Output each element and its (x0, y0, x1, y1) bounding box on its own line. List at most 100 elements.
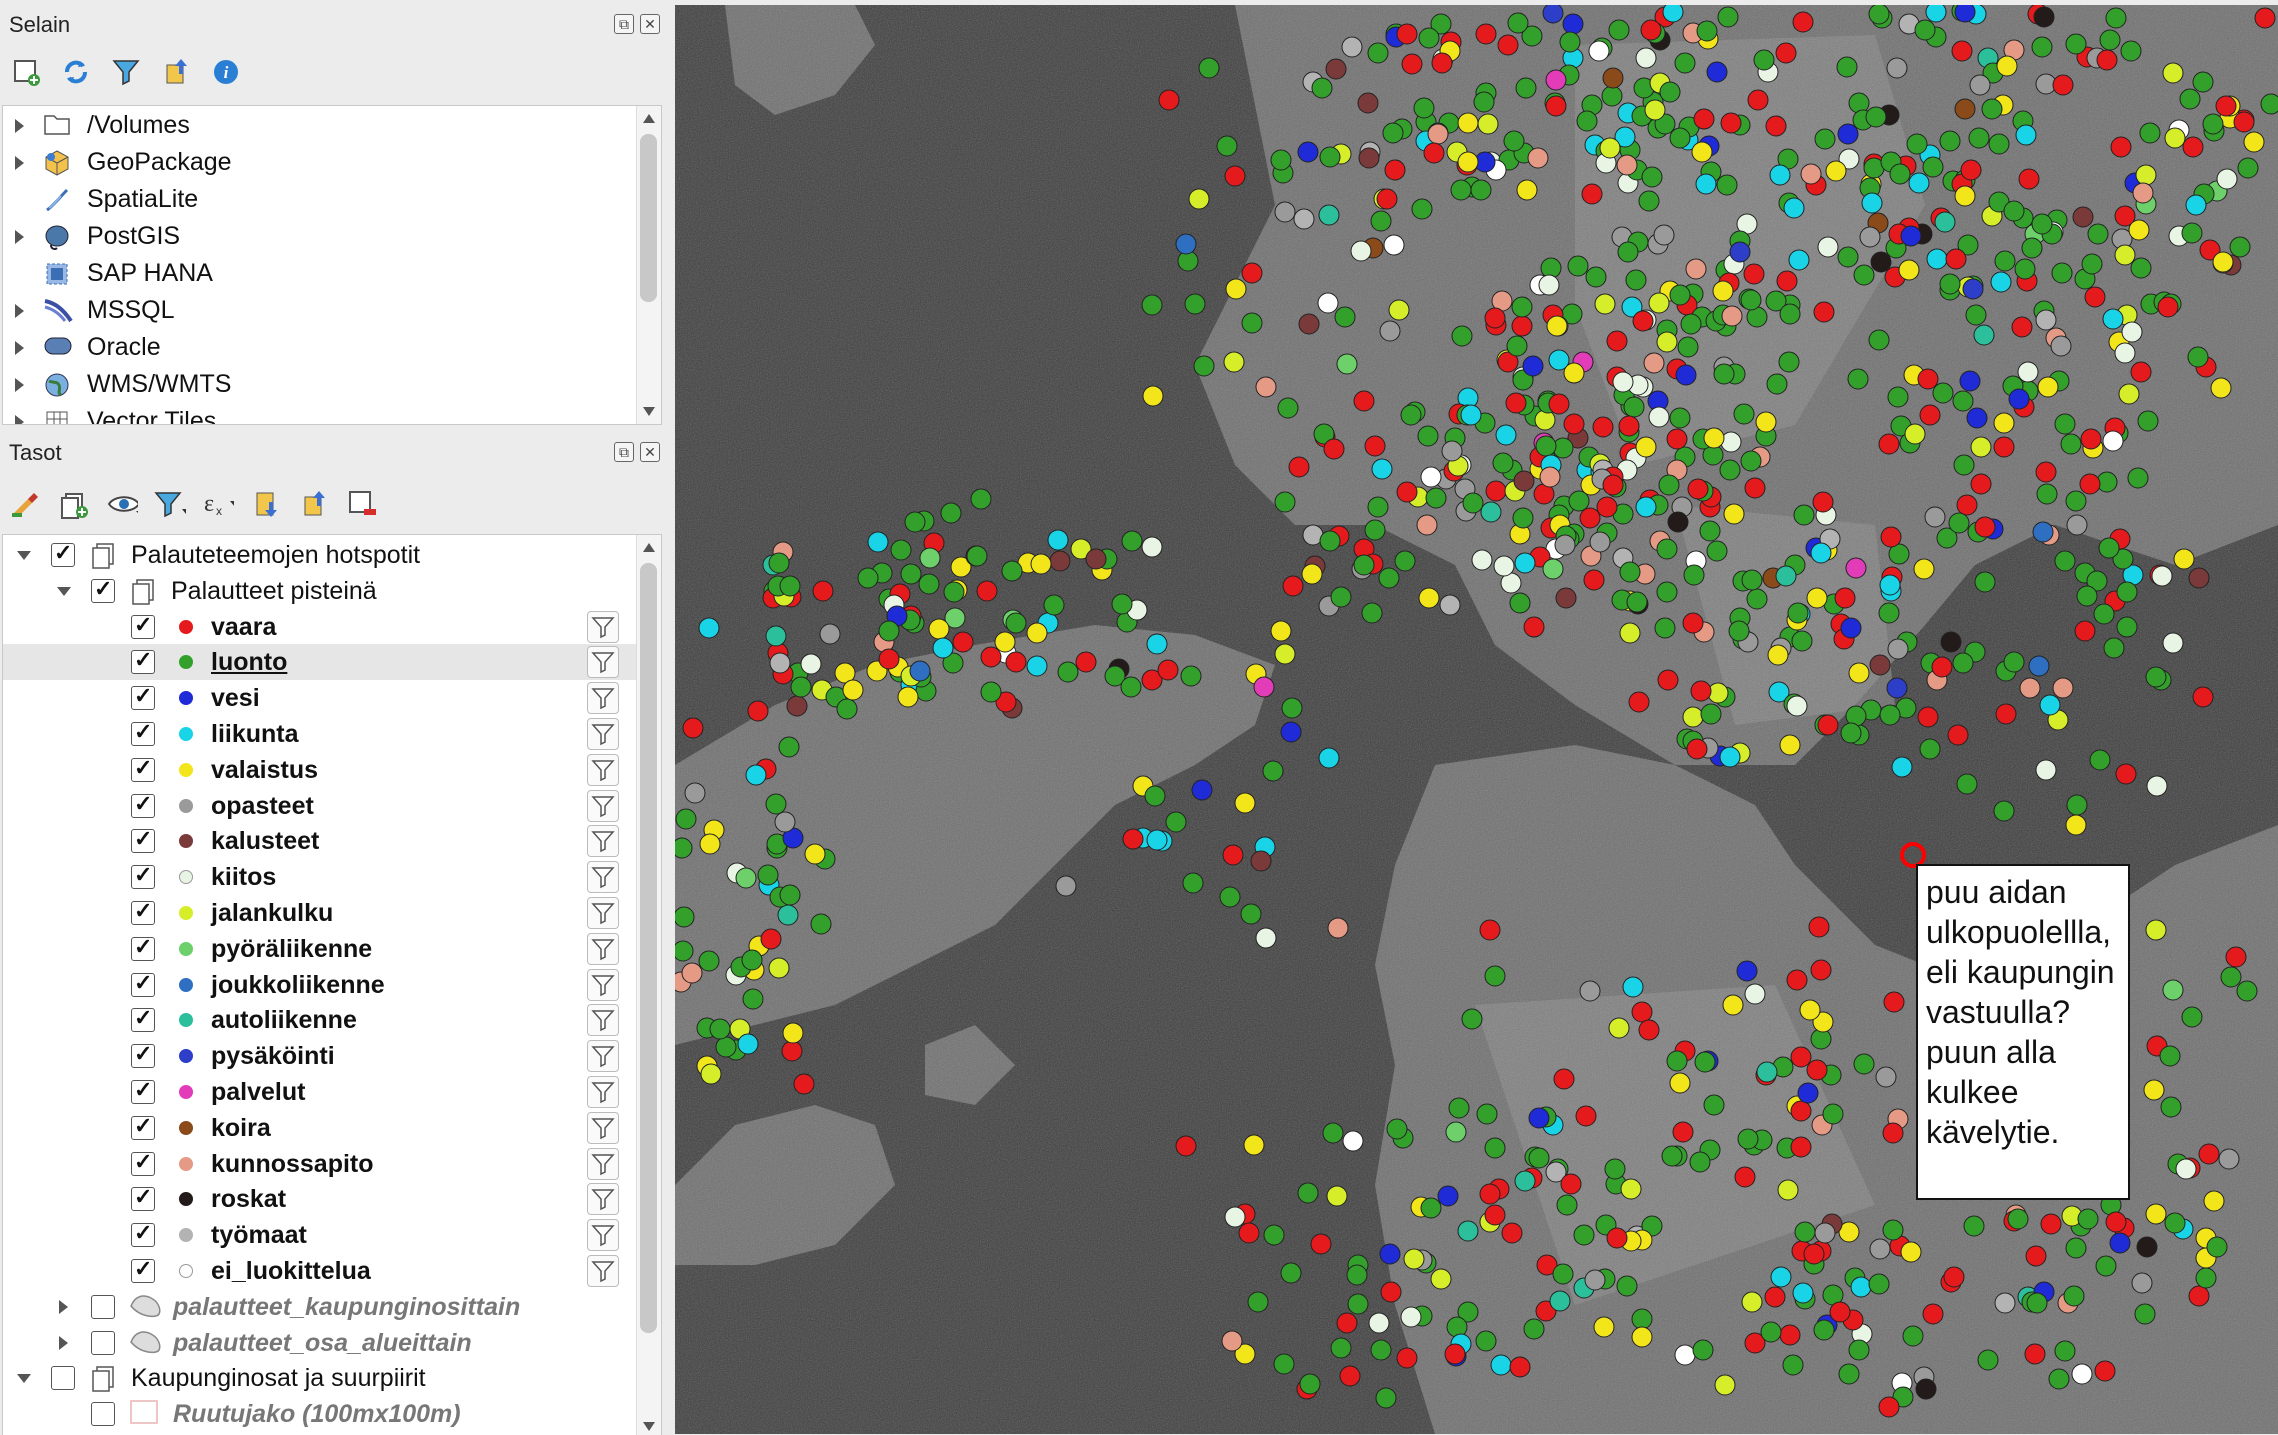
feedback-point[interactable] (2233, 111, 2255, 133)
feedback-point[interactable] (2105, 7, 2127, 29)
feedback-point[interactable] (1323, 438, 1345, 460)
feedback-point[interactable] (1869, 1238, 1891, 1260)
feedback-point[interactable] (1370, 210, 1392, 232)
feedback-point[interactable] (1243, 1134, 1265, 1156)
legend-class-pysäköinti[interactable]: pysäköinti (3, 1038, 661, 1074)
feedback-point[interactable] (966, 545, 988, 567)
feedback-point[interactable] (709, 1018, 731, 1040)
feedback-point[interactable] (1786, 695, 1808, 717)
feedback-point[interactable] (1593, 1316, 1615, 1338)
feedback-point[interactable] (1848, 662, 1870, 684)
feedback-point[interactable] (1720, 112, 1742, 134)
filter-icon[interactable] (587, 861, 619, 894)
feedback-point[interactable] (2028, 655, 2050, 677)
feedback-point[interactable] (1606, 330, 1628, 352)
feedback-point[interactable] (1477, 113, 1499, 135)
feedback-point[interactable] (1555, 587, 1577, 609)
collapse-all-icon[interactable] (160, 56, 192, 88)
feedback-point[interactable] (1917, 368, 1939, 390)
feedback-point[interactable] (1400, 1306, 1422, 1328)
feedback-point[interactable] (1953, 454, 1975, 476)
feedback-point[interactable] (1198, 57, 1220, 79)
feedback-point[interactable] (1588, 40, 1610, 62)
feedback-point[interactable] (1567, 255, 1589, 277)
style-manager-icon[interactable] (10, 488, 42, 520)
browser-item[interactable]: SpatiaLite (3, 182, 661, 218)
feedback-point[interactable] (1883, 991, 1905, 1013)
feedback-point[interactable] (1146, 633, 1168, 655)
feedback-point[interactable] (1836, 56, 1858, 78)
legend-class-kalusteet[interactable]: kalusteet (3, 823, 661, 859)
feedback-point[interactable] (1299, 1373, 1321, 1395)
feedback-point[interactable] (1878, 433, 1900, 455)
feedback-point[interactable] (2007, 1208, 2029, 1230)
feedback-point[interactable] (1255, 927, 1277, 949)
browser-item[interactable]: /Volumes (3, 108, 661, 144)
filter-icon[interactable] (587, 1076, 619, 1108)
feedback-point[interactable] (1643, 352, 1665, 374)
feedback-point[interactable] (681, 962, 703, 984)
legend-class-palvelut[interactable]: palvelut (3, 1074, 661, 1110)
feedback-point[interactable] (1848, 1339, 1870, 1361)
feedback-point[interactable] (1932, 382, 1954, 404)
feedback-point[interactable] (2116, 616, 2138, 638)
feedback-point[interactable] (1545, 69, 1567, 91)
feedback-point[interactable] (1640, 19, 1662, 41)
feedback-point[interactable] (1457, 1220, 1479, 1242)
feedback-point[interactable] (2102, 430, 2124, 452)
layers-tree[interactable]: Palauteteemojen hotspotit Palautteet pist… (2, 534, 662, 1435)
feedback-point[interactable] (1653, 224, 1675, 246)
filter-legend-icon[interactable] (154, 488, 186, 520)
feedback-point[interactable] (1378, 567, 1400, 589)
feedback-point[interactable] (2048, 1368, 2070, 1390)
feedback-point[interactable] (1193, 355, 1215, 377)
legend-class-vesi[interactable]: vesi (3, 680, 661, 716)
feedback-point[interactable] (1717, 6, 1739, 28)
legend-class-valaistus[interactable]: valaistus (3, 752, 661, 788)
feedback-point[interactable] (1703, 427, 1725, 449)
browser-item[interactable]: Oracle (3, 330, 661, 366)
feedback-point[interactable] (1120, 676, 1142, 698)
feedback-point[interactable] (1495, 424, 1517, 446)
feedback-point[interactable] (1974, 516, 1996, 538)
feedback-point[interactable] (1638, 190, 1660, 212)
feedback-point[interactable] (2099, 29, 2121, 51)
feedback-point[interactable] (1553, 1068, 1575, 1090)
feedback-point[interactable] (1157, 659, 1179, 681)
feedback-point[interactable] (2188, 1285, 2210, 1307)
feedback-point[interactable] (1792, 11, 1814, 33)
feedback-point[interactable] (1334, 306, 1356, 328)
feedback-point[interactable] (2237, 157, 2259, 179)
feedback-point[interactable] (1371, 458, 1393, 480)
feedback-point[interactable] (878, 648, 900, 670)
feedback-point[interactable] (1886, 57, 1908, 79)
feedback-point[interactable] (1490, 1354, 1512, 1376)
feedback-point[interactable] (1878, 602, 1900, 624)
feedback-point[interactable] (1806, 587, 1828, 609)
feedback-point[interactable] (1995, 703, 2017, 725)
feedback-point[interactable] (1793, 504, 1815, 526)
feedback-point[interactable] (745, 764, 767, 786)
feedback-point[interactable] (2054, 413, 2076, 435)
feedback-point[interactable] (1766, 373, 1788, 395)
feedback-point[interactable] (1733, 403, 1755, 425)
feedback-point[interactable] (1513, 470, 1535, 492)
feedback-point[interactable] (700, 1063, 722, 1085)
feedback-point[interactable] (1562, 13, 1584, 35)
feedback-point[interactable] (1741, 569, 1763, 591)
layer-checkbox[interactable] (131, 934, 155, 961)
feedback-point[interactable] (2145, 919, 2167, 941)
feedback-point[interactable] (2032, 521, 2054, 543)
layer-checkbox[interactable] (131, 1256, 155, 1283)
layer-checkbox[interactable] (131, 1041, 155, 1069)
feedback-point[interactable] (1420, 1197, 1442, 1219)
feedback-point[interactable] (1635, 496, 1657, 518)
feedback-point[interactable] (1790, 1046, 1812, 1068)
layer-item[interactable]: palautteet_kaupunginosittain (3, 1289, 661, 1325)
feedback-point[interactable] (1631, 1308, 1653, 1330)
browser-item[interactable]: PostGIS (3, 219, 661, 255)
feedback-point[interactable] (1775, 565, 1797, 587)
feedback-point[interactable] (2136, 1236, 2158, 1258)
feedback-point[interactable] (1479, 919, 1501, 941)
feedback-point[interactable] (1970, 436, 1992, 458)
